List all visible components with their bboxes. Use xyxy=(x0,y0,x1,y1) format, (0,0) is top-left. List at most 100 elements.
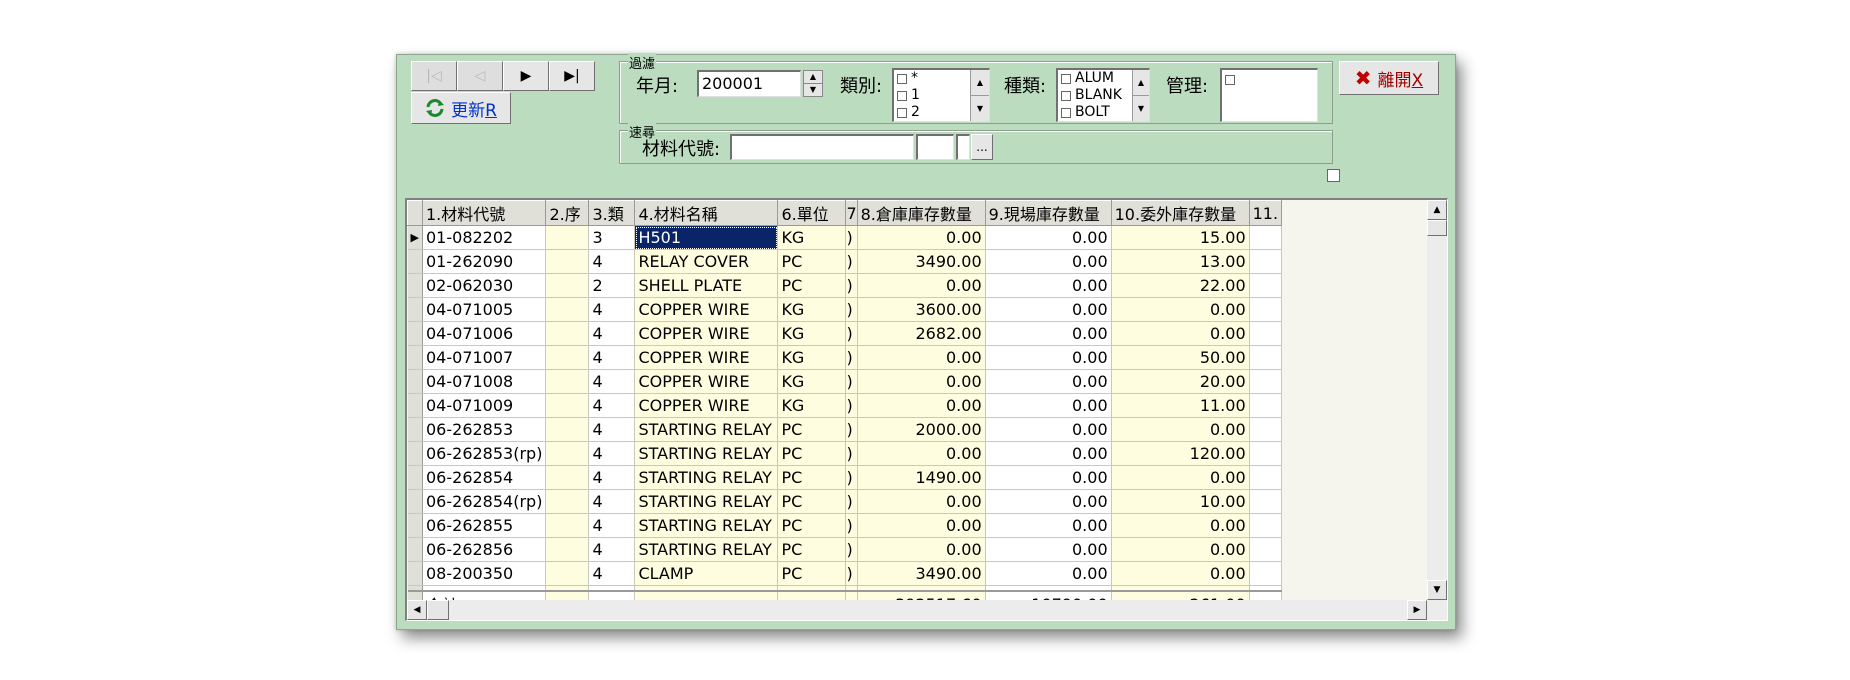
cell-col11[interactable] xyxy=(1249,465,1283,490)
cell-material-name[interactable]: H501 xyxy=(634,225,779,250)
cell-material-name[interactable]: STARTING RELAY xyxy=(634,417,779,442)
header-material-code[interactable]: 1.材料代號 xyxy=(421,200,547,226)
header-material-name[interactable]: 4.材料名稱 xyxy=(634,200,779,226)
next-record-button[interactable]: ▶ xyxy=(503,61,549,91)
cell-site-qty[interactable]: 0.00 xyxy=(985,321,1112,346)
cell-unit[interactable]: PC xyxy=(777,441,847,466)
cell-col11[interactable] xyxy=(1249,441,1283,466)
table-row[interactable]: 04-071006 4 COPPER WIRE KG) 2682.00 0.00 0.00 xyxy=(407,321,1283,346)
cell-warehouse-qty[interactable]: 2000.00 xyxy=(857,417,986,442)
cell-unit[interactable]: KG xyxy=(777,321,847,346)
cell-unit[interactable]: PC xyxy=(777,537,847,562)
cell-material-code[interactable]: 06-262853(rp) xyxy=(422,441,547,466)
cell-col11[interactable] xyxy=(1249,345,1283,370)
cell-site-qty[interactable]: 0.00 xyxy=(985,417,1112,442)
checkbox[interactable] xyxy=(1225,75,1235,85)
cell-col7[interactable]: ) xyxy=(845,465,858,490)
cell-col7[interactable]: ) xyxy=(845,513,858,538)
cell-material-name[interactable]: COPPER WIRE xyxy=(634,393,779,418)
cell-seq[interactable] xyxy=(545,249,590,274)
cell-class[interactable]: 4 xyxy=(588,441,636,466)
header-site-qty[interactable]: 9.現場庫存數量 xyxy=(984,200,1112,226)
cell-col7[interactable]: ) xyxy=(845,537,858,562)
cell-col7[interactable]: ) xyxy=(845,273,858,298)
cell-outsource-qty[interactable]: 11.00 xyxy=(1111,393,1250,418)
header-col7[interactable]: 7 xyxy=(845,200,858,226)
cell-outsource-qty[interactable]: 0.00 xyxy=(1111,465,1250,490)
cell-outsource-qty[interactable]: 15.00 xyxy=(1111,225,1250,250)
cell-col7[interactable]: ) xyxy=(845,393,858,418)
cell-material-code[interactable]: 04-071008 xyxy=(422,369,547,394)
cell-unit[interactable]: PC xyxy=(777,465,847,490)
scroll-up-icon[interactable]: ▲ xyxy=(1427,200,1447,220)
cell-site-qty[interactable]: 0.00 xyxy=(985,369,1112,394)
header-warehouse-qty[interactable]: 8.倉庫庫存數量 xyxy=(856,200,986,226)
cell-col11[interactable] xyxy=(1249,321,1283,346)
cell-material-code[interactable]: 01-082202 xyxy=(422,225,547,250)
cell-warehouse-qty[interactable]: 0.00 xyxy=(857,225,986,250)
material-code-flag-input[interactable] xyxy=(956,134,970,160)
cell-outsource-qty[interactable]: 13.00 xyxy=(1111,249,1250,274)
exit-button[interactable]: ✖ 離開X xyxy=(1339,61,1439,95)
table-row[interactable]: 02-062030 2 SHELL PLATE PC) 0.00 0.00 22.00 xyxy=(407,273,1283,298)
table-row[interactable]: 04-071007 4 COPPER WIRE KG) 0.00 0.00 50.00 xyxy=(407,345,1283,370)
cell-col7[interactable]: ) xyxy=(845,249,858,274)
cell-site-qty[interactable]: 0.00 xyxy=(985,489,1112,514)
cell-outsource-qty[interactable]: 10.00 xyxy=(1111,489,1250,514)
cell-unit[interactable]: PC xyxy=(777,273,847,298)
cell-warehouse-qty[interactable]: 0.00 xyxy=(857,345,986,370)
cell-material-name[interactable]: CLAMP xyxy=(634,561,779,586)
type-scrollbar[interactable]: ▲ ▼ xyxy=(1132,70,1149,121)
cell-class[interactable]: 4 xyxy=(588,417,636,442)
cell-col7[interactable]: ) xyxy=(845,561,858,586)
cell-site-qty[interactable]: 0.00 xyxy=(985,249,1112,274)
scroll-down-icon[interactable]: ▼ xyxy=(1133,96,1149,122)
cell-warehouse-qty[interactable]: 0.00 xyxy=(857,513,986,538)
table-row[interactable]: 06-262854 4 STARTING RELAY PC) 1490.00 0.00 0.… xyxy=(407,465,1283,490)
prev-record-button[interactable]: ◁ xyxy=(457,61,503,91)
cell-unit[interactable]: PC xyxy=(777,489,847,514)
cell-material-name[interactable]: SHELL PLATE xyxy=(634,273,779,298)
cell-warehouse-qty[interactable]: 0.00 xyxy=(857,369,986,394)
spin-up-icon[interactable]: ▲ xyxy=(804,71,822,84)
cell-col11[interactable] xyxy=(1249,417,1283,442)
cell-site-qty[interactable]: 0.00 xyxy=(985,441,1112,466)
material-code-extra-input[interactable] xyxy=(916,134,954,160)
cell-warehouse-qty[interactable]: 3600.00 xyxy=(857,297,986,322)
scroll-right-icon[interactable]: ▶ xyxy=(1407,600,1427,620)
cell-col11[interactable] xyxy=(1249,273,1283,298)
cell-outsource-qty[interactable]: 0.00 xyxy=(1111,417,1250,442)
cell-site-qty[interactable]: 0.00 xyxy=(985,561,1112,586)
cell-site-qty[interactable]: 0.00 xyxy=(985,537,1112,562)
table-row[interactable]: 06-262856 4 STARTING RELAY PC) 0.00 0.00 0.00 xyxy=(407,537,1283,562)
cell-seq[interactable] xyxy=(545,273,590,298)
cell-col11[interactable] xyxy=(1249,513,1283,538)
cell-col11[interactable] xyxy=(1249,369,1283,394)
header-unit[interactable]: 6.單位 xyxy=(777,200,847,226)
refresh-button[interactable]: 更新R xyxy=(411,92,511,124)
cell-material-code[interactable]: 06-262856 xyxy=(422,537,547,562)
cell-class[interactable]: 4 xyxy=(588,513,636,538)
header-outsource-qty[interactable]: 10.委外庫存數量 xyxy=(1110,200,1250,226)
cell-col11[interactable] xyxy=(1249,249,1283,274)
cell-site-qty[interactable]: 0.00 xyxy=(985,225,1112,250)
cell-warehouse-qty[interactable]: 0.00 xyxy=(857,273,986,298)
scroll-down-icon[interactable]: ▼ xyxy=(1427,580,1447,600)
period-spinner[interactable]: ▲ ▼ xyxy=(803,70,823,97)
checkbox[interactable] xyxy=(1061,107,1071,118)
cell-material-code[interactable]: 06-262855 xyxy=(422,513,547,538)
cell-material-name[interactable]: STARTING RELAY xyxy=(634,513,779,538)
cell-material-name[interactable]: STARTING RELAY xyxy=(634,537,779,562)
cell-col11[interactable] xyxy=(1249,537,1283,562)
cell-col11[interactable] xyxy=(1249,489,1283,514)
cell-class[interactable]: 2 xyxy=(588,273,636,298)
cell-class[interactable]: 4 xyxy=(588,561,636,586)
cell-warehouse-qty[interactable]: 1490.00 xyxy=(857,465,986,490)
cell-class[interactable]: 4 xyxy=(588,465,636,490)
cell-class[interactable]: 4 xyxy=(588,537,636,562)
cell-outsource-qty[interactable]: 0.00 xyxy=(1111,297,1250,322)
cell-seq[interactable] xyxy=(545,441,590,466)
cell-unit[interactable]: KG xyxy=(777,393,847,418)
table-row[interactable]: 04-071009 4 COPPER WIRE KG) 0.00 0.00 11.00 xyxy=(407,393,1283,418)
table-row[interactable]: 01-262090 4 RELAY COVER PC) 3490.00 0.00 13.00 xyxy=(407,249,1283,274)
